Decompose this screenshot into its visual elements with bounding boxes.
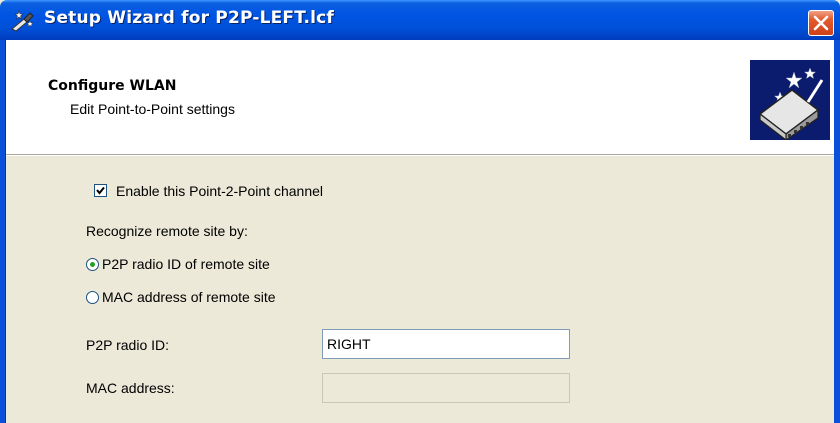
radio-button-p2p-id[interactable] bbox=[86, 258, 99, 271]
page-title: Configure WLAN bbox=[48, 78, 177, 94]
mac-address-input[interactable] bbox=[322, 373, 570, 403]
wizard-header: Configure WLAN Edit Point-to-Point setti… bbox=[6, 40, 834, 154]
mac-address-label: MAC address: bbox=[86, 380, 175, 396]
p2p-radio-id-label: P2P radio ID: bbox=[86, 337, 170, 353]
window-title: Setup Wizard for P2P-LEFT.lcf bbox=[44, 8, 335, 28]
close-button[interactable] bbox=[808, 10, 834, 36]
recognize-remote-label: Recognize remote site by: bbox=[86, 223, 248, 239]
radio-label-p2p-id[interactable]: P2P radio ID of remote site bbox=[102, 256, 270, 272]
p2p-radio-id-input[interactable] bbox=[322, 329, 570, 359]
title-bar[interactable]: Setup Wizard for P2P-LEFT.lcf bbox=[0, 0, 840, 40]
page-subtitle: Edit Point-to-Point settings bbox=[70, 101, 235, 117]
wizard-router-icon bbox=[750, 60, 830, 142]
close-icon bbox=[813, 15, 829, 31]
enable-p2p-checkbox[interactable] bbox=[94, 184, 107, 197]
checkmark-icon bbox=[96, 186, 105, 195]
radio-button-mac[interactable] bbox=[86, 291, 99, 304]
wizard-wand-icon bbox=[10, 8, 36, 32]
radio-label-mac[interactable]: MAC address of remote site bbox=[102, 289, 276, 305]
radio-selected-dot bbox=[90, 262, 95, 267]
window-frame-right bbox=[834, 40, 840, 423]
header-divider-highlight bbox=[6, 155, 834, 156]
enable-p2p-label[interactable]: Enable this Point-2-Point channel bbox=[116, 183, 323, 199]
